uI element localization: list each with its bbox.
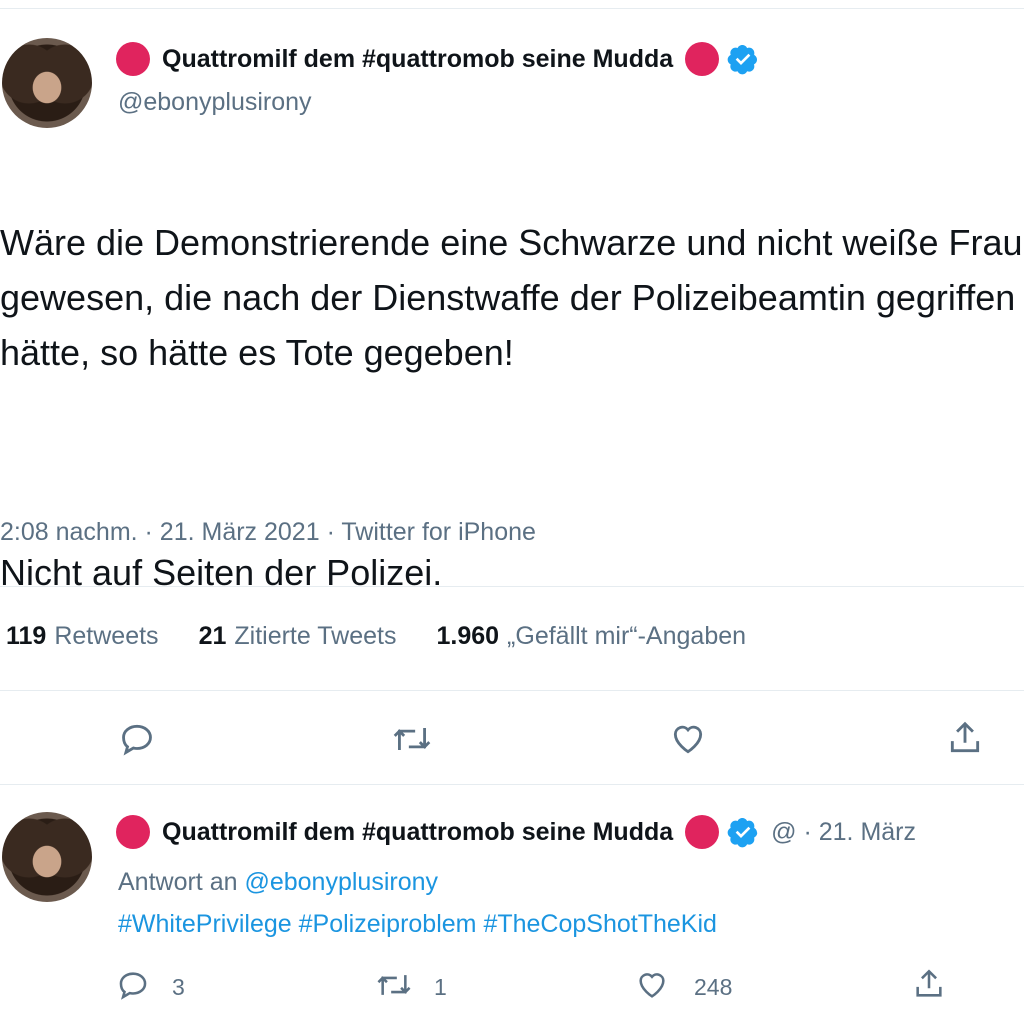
reply-prefix: Antwort an [118,868,238,896]
share-icon[interactable] [946,718,984,758]
tweet-paragraph-2: Nicht auf Seiten der Polizei. [0,552,443,593]
author-handle[interactable]: @ebonyplusirony [118,88,312,117]
likes-label: „Gefällt mir“-Angaben [507,622,747,650]
like-count: 248 [694,974,733,1000]
top-divider [0,8,1024,9]
retweet-count: 1 [434,974,447,1000]
avatar[interactable] [2,38,92,128]
red-circle-emoji [116,815,150,849]
quotes-label: Zitierte Tweets [234,622,397,650]
divider [0,784,1024,785]
like-icon[interactable] [634,968,670,1002]
reply-count: 3 [172,974,185,1000]
reply-handle-date[interactable]: @ · 21. März [771,818,916,847]
retweets-stat[interactable]: 119 Retweets [6,622,159,651]
quotes-stat[interactable]: 21 Zitierte Tweets [199,622,397,651]
likes-stat[interactable]: 1.960 „Gefällt mir“-Angaben [436,622,746,651]
tweet-timestamp[interactable]: 2:08 nachm. · 21. März 2021 · Twitter fo… [0,518,536,547]
reply-display-name[interactable]: Quattromilf dem #quattromob seine Mudda [162,818,673,847]
author-name-row[interactable]: Quattromilf dem #quattromob seine Mudda [116,42,759,76]
display-name[interactable]: Quattromilf dem #quattromob seine Mudda [162,45,673,74]
divider [0,690,1024,691]
reply-author-row[interactable]: Quattromilf dem #quattromob seine Mudda … [116,815,916,849]
tweet-stats: 119 Retweets 21 Zitierte Tweets 1.960 „Gefä… [6,622,786,651]
reply-context: Antwort an @ebonyplusirony [118,868,438,897]
reply-avatar[interactable] [2,812,92,902]
likes-count: 1.960 [436,622,500,650]
reply-hashtags[interactable]: #WhitePrivilege #Polizeiproblem #TheCopS… [118,910,717,939]
divider [0,586,1024,587]
verified-icon [727,43,759,75]
quotes-count: 21 [198,622,227,650]
retweet-icon[interactable] [390,720,434,758]
red-circle-emoji [685,42,720,76]
retweet-icon[interactable] [374,968,414,1002]
retweets-label: Retweets [54,622,159,650]
share-icon[interactable] [912,966,946,1002]
reply-icon[interactable] [116,968,150,1002]
reply-to-link[interactable]: @ebonyplusirony [244,868,438,896]
reply-icon[interactable] [118,720,156,758]
tweet-text: Wäre die Demonstrierende eine Schwarze u… [0,160,1024,655]
red-circle-emoji [685,815,720,849]
verified-icon [727,816,759,848]
retweets-count: 119 [6,622,47,650]
like-icon[interactable] [668,720,708,758]
red-circle-emoji [116,42,150,76]
tweet-paragraph-1: Wäre die Demonstrierende eine Schwarze u… [0,222,1023,373]
